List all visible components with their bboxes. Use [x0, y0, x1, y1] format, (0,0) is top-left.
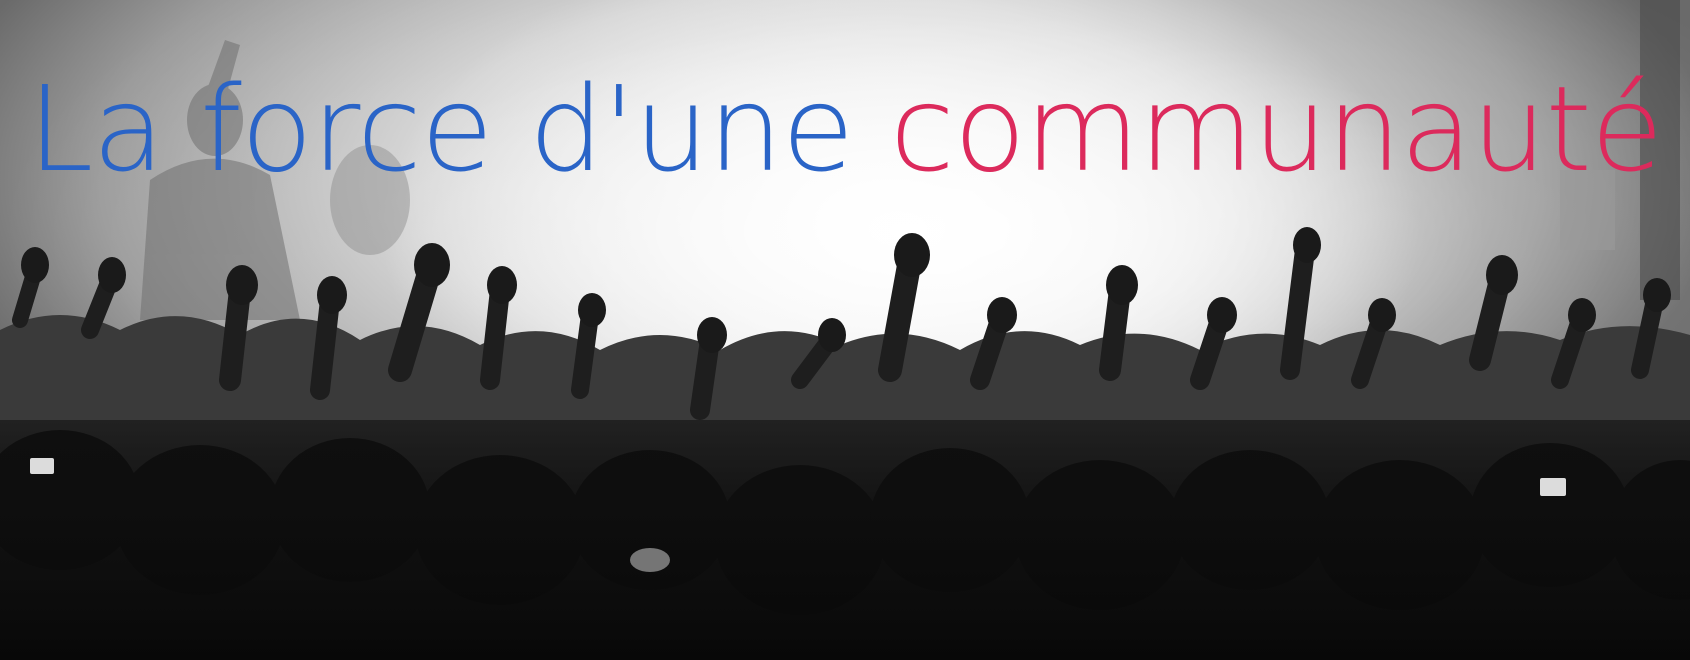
phone-screen: [30, 458, 54, 474]
hero-headline: La force d'une communauté: [0, 70, 1690, 188]
phone-screen: [1540, 478, 1566, 496]
hero-banner: La force d'une communauté: [0, 0, 1690, 660]
headline-part-1: La force d'une: [27, 60, 855, 198]
headline-part-2: communauté: [889, 60, 1663, 198]
